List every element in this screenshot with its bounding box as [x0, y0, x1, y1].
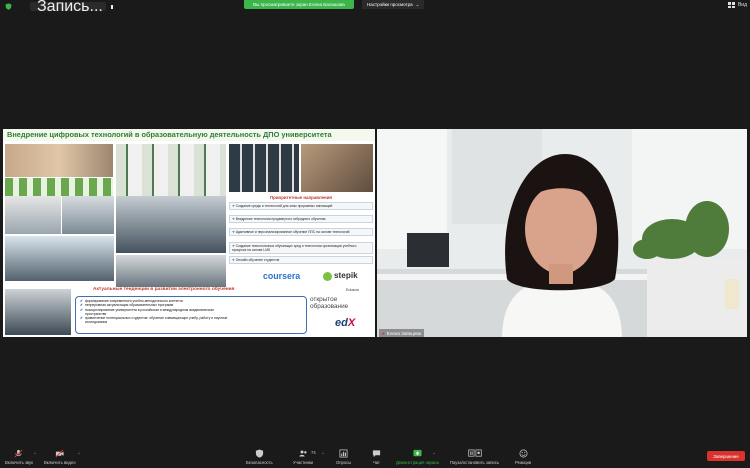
unmute-button[interactable]: Включить звук [5, 449, 33, 465]
computer-lab-photo-2 [62, 196, 114, 234]
security-button[interactable]: Безопасность [246, 449, 273, 465]
shared-screen-slide: Внедрение цифровых технологий в образова… [3, 129, 375, 337]
participants-options-caret[interactable]: ^ [322, 451, 324, 456]
view-options-label: Настройки просмотра [367, 2, 413, 7]
computer-lab-photo-4 [5, 236, 114, 281]
participants-count: 74 [311, 450, 316, 455]
trends-title: Актуальные тенденции в развитии электрон… [93, 287, 235, 292]
muted-mic-icon: ● [382, 330, 385, 336]
priority-item: ✧ Создание технологичных обучающих сред … [229, 242, 373, 255]
reactions-button[interactable]: Реакции [515, 449, 531, 465]
share-screen-icon [413, 449, 422, 458]
check-icon: ✔ [80, 307, 83, 312]
participants-icon [298, 449, 308, 458]
recording-indicator: Запись... [30, 0, 113, 15]
collage-laptop-photo [301, 144, 373, 192]
priorities-title: Приоритетные направления [270, 195, 332, 200]
participants-button[interactable]: Участники [293, 449, 313, 465]
priority-item: ✧ Адаптивное и персонализированное обуче… [229, 228, 373, 237]
screen-share-banner: Вы просматриваете экран Елена Балашова [244, 0, 354, 9]
pause-stop-icon [467, 449, 483, 458]
stepik-logo-icon [323, 272, 332, 281]
view-options-dropdown[interactable]: Настройки просмотра ⌄ [362, 0, 425, 9]
polls-icon [339, 449, 348, 458]
shield-icon [255, 449, 264, 458]
muted-mic-icon [14, 449, 23, 458]
chat-button[interactable]: Чат [372, 449, 381, 465]
collage-screen-grid [5, 178, 113, 196]
participant-name-tag: ● Елена Зайнцева [379, 329, 425, 337]
edx-logo: edX [335, 317, 356, 329]
chat-icon [372, 449, 381, 458]
collage-lms-screenshot [116, 144, 226, 196]
view-button-label: Вид [737, 2, 747, 8]
collage-video-thumbnails [229, 144, 299, 192]
pause-recording-icon[interactable] [110, 4, 113, 9]
polls-button[interactable]: Опросы [336, 449, 351, 465]
share-options-caret[interactable]: ^ [433, 451, 435, 456]
computer-lab-photo-1 [5, 196, 61, 234]
video-frame [377, 129, 747, 337]
recording-label: Запись... [37, 0, 103, 15]
collage-photo-students [5, 144, 113, 177]
computer-lab-photo-5 [116, 255, 226, 287]
participant-name: Елена Зайнцева [386, 330, 422, 336]
eduson-logo: Eduson [346, 288, 359, 292]
check-icon: ✔ [80, 316, 83, 321]
chevron-down-icon: ⌄ [415, 1, 420, 7]
open-education-logo: открытое образование [310, 296, 349, 310]
computer-lab-photo-6 [5, 289, 71, 335]
start-video-button[interactable]: Включить видео [44, 449, 76, 465]
trends-box: ✔ формирование современного учебно-методи… [75, 296, 307, 334]
slide-title: Внедрение цифровых технологий в образова… [3, 129, 375, 141]
priority-item: ✧ Создание среды и технологий для зоны п… [229, 202, 373, 211]
video-options-caret[interactable]: ^ [78, 451, 80, 456]
trend-item-continuation: исследования [85, 320, 108, 325]
video-off-icon [55, 449, 64, 458]
security-shield-icon[interactable] [5, 3, 12, 10]
stepik-logo: stepik [334, 271, 358, 280]
audio-options-caret[interactable]: ^ [34, 451, 36, 456]
view-button[interactable]: Вид [727, 2, 747, 8]
priority-item: ✧ Онлайн-обучение студентов [229, 256, 373, 265]
priority-item: ✧ Внедрение технологии продвинутого гибр… [229, 215, 373, 224]
computer-lab-photo-3 [116, 196, 226, 253]
end-meeting-button[interactable]: Завершение [707, 451, 745, 461]
reactions-smiley-icon [519, 449, 528, 458]
pause-stop-recording-button[interactable]: Пауза/остановить запись [450, 449, 499, 465]
grid-view-icon [727, 2, 735, 8]
coursera-logo: coursera [263, 271, 301, 281]
participant-video[interactable] [377, 129, 747, 337]
